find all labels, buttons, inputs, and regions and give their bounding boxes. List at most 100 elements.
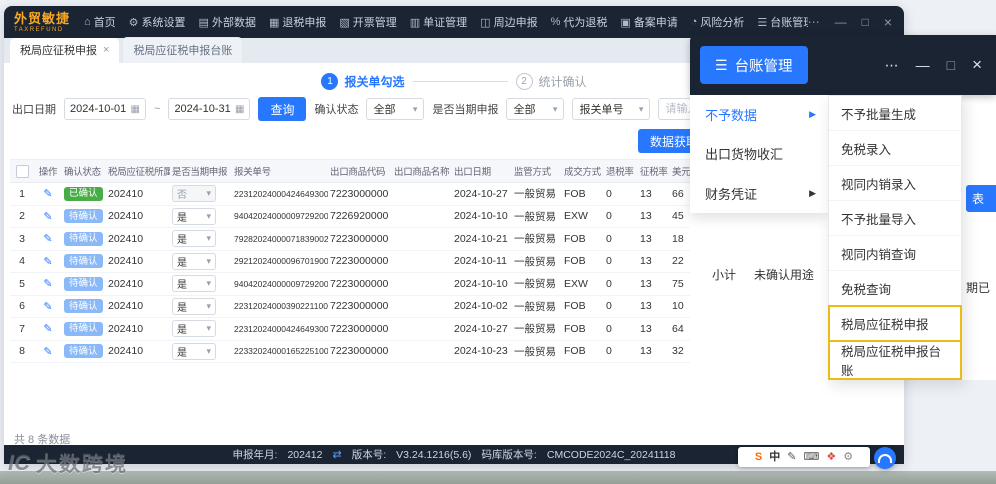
date-to-value: 2024-10-31 (174, 103, 231, 115)
report-month-value: 202412 (287, 448, 323, 461)
more-menu-icon[interactable]: ⋯ (808, 15, 820, 29)
ime-icon[interactable]: 中 (769, 451, 780, 463)
tab-tax-declare-ledger[interactable]: 税局应征税申报台账 (122, 37, 244, 63)
row-period-cell: 202410 (108, 255, 144, 268)
edit-pencil-icon[interactable]: ✎ (43, 346, 52, 358)
submenu-item[interactable]: 税局应征税申报台账 (828, 340, 962, 380)
nav-item[interactable]: ▣ 备案申请 (620, 14, 677, 30)
nav-item[interactable]: ◫ 周边申报 (480, 14, 537, 30)
nav-item[interactable]: % 代为退税 (551, 14, 608, 30)
row-export-date: 2024-10-02 (454, 300, 508, 313)
edit-pencil-icon[interactable]: ✎ (43, 278, 52, 290)
current-period-row-select[interactable]: 是 ▾ (172, 320, 216, 338)
report-month-label: 申报年月: (232, 449, 278, 461)
current-period-select[interactable]: 全部 ▾ (506, 98, 565, 120)
current-period-row-select[interactable]: 是 ▾ (172, 252, 216, 270)
header-confirm-status: 确认状态 (64, 167, 101, 178)
more-menu-icon[interactable]: ⋯ (885, 57, 899, 74)
ime-icon[interactable]: ⌨ (803, 451, 819, 463)
ledger-menu-button[interactable]: ☰ 台账管理 (700, 46, 808, 84)
close-icon[interactable]: × (884, 14, 892, 30)
edit-pencil-icon[interactable]: ✎ (43, 211, 52, 223)
ime-icon[interactable]: ❖ (826, 451, 836, 463)
calendar-icon[interactable]: ▦ (131, 104, 140, 115)
row-decl-no: 223120240004246493002 (234, 323, 328, 334)
current-period-row-select[interactable]: 是 ▾ (172, 207, 216, 225)
submenu-item[interactable]: 视同内销录入 (829, 166, 961, 201)
table-row[interactable]: 6 ✎ 待确认 202410 是 ▾ 223120240003902211002 (10, 296, 726, 318)
ime-icon[interactable]: S (755, 451, 762, 463)
edit-pencil-icon[interactable]: ✎ (43, 256, 52, 268)
menu-item[interactable]: 出口货物收汇 (690, 134, 828, 173)
table-row[interactable]: 8 ✎ 待确认 202410 是 ▾ 223320240001652251001 (10, 341, 726, 363)
current-period-row-select[interactable]: 是 ▾ (172, 342, 216, 360)
menu-item-label: 出口货物收汇 (705, 147, 784, 163)
menu-item[interactable]: 不予数据 ▶ (690, 95, 828, 134)
table-row[interactable]: 5 ✎ 待确认 202410 是 ▾ 940420240000097292002 (10, 273, 726, 296)
nav-item[interactable]: ☰ 台账管理 (757, 14, 807, 30)
step-customs-select: 1 报关单勾选 (321, 73, 405, 90)
current-period-row-value: 是 (177, 235, 187, 247)
menu-item[interactable]: 财务凭证 ▶ (690, 174, 828, 213)
swap-icon[interactable]: ⇄ (332, 448, 341, 461)
select-all-checkbox[interactable] (15, 164, 29, 178)
ime-icon[interactable]: ✎ (787, 451, 796, 463)
current-period-row-select[interactable]: 是 ▾ (172, 297, 216, 315)
confirm-status-select[interactable]: 全部 ▾ (366, 98, 425, 120)
nav-item[interactable]: ◔ 风险分析 (691, 14, 745, 30)
edit-pencil-icon[interactable]: ✎ (43, 233, 52, 245)
row-trade-term: EXW (564, 277, 588, 290)
row-refund-rate: 0 (606, 187, 612, 200)
table-row[interactable]: 7 ✎ 待确认 202410 是 ▾ 223120240004246493002 (10, 318, 726, 341)
submenu-item[interactable]: 视同内销查询 (829, 236, 961, 271)
table-row[interactable]: 3 ✎ 待确认 202410 是 ▾ 79282024000071839002 (10, 228, 726, 251)
nav-item[interactable]: ▦ 退税申报 (269, 14, 326, 30)
row-trade-term: FOB (564, 232, 586, 245)
edit-pencil-icon[interactable]: ✎ (43, 323, 52, 335)
edit-pencil-icon[interactable]: ✎ (43, 301, 52, 313)
minimize-icon[interactable]: — (835, 15, 847, 29)
current-period-row-value: 否 (177, 190, 187, 202)
tab-tax-declare[interactable]: 税局应征税申报 × (10, 38, 120, 63)
date-from-input[interactable]: 2024-10-01 ▦ (64, 98, 146, 120)
nav-item[interactable]: ▧ 开票管理 (339, 14, 396, 30)
calendar-icon[interactable]: ▦ (235, 104, 244, 115)
current-period-row-value: 是 (177, 325, 187, 337)
version-label: 版本号: (351, 449, 387, 461)
nav-item[interactable]: ⌂ 首页 (84, 14, 116, 30)
submenu-item[interactable]: 免税查询 (829, 271, 961, 306)
header-commodity-code: 出口商品代码 (330, 167, 386, 178)
submenu-item[interactable]: 税局应征税申报 (828, 305, 962, 342)
current-period-row-select[interactable]: 是 ▾ (172, 230, 216, 248)
declaration-table: 操作 确认状态 税局应征税所属期 是否当期申报 报关单号 出口商品代码 出口商品… (10, 159, 726, 363)
maximize-icon[interactable]: □ (947, 57, 955, 73)
taskbar-strip (0, 471, 996, 484)
submenu-item[interactable]: 免税录入 (829, 131, 961, 166)
table-row[interactable]: 1 ✎ 已确认 202410 否 ▾ 223120240004246493001 (10, 183, 726, 206)
nav-item[interactable]: ▤ 外部数据 (199, 14, 256, 30)
nav-item[interactable]: ⚙ 系统设置 (129, 14, 186, 30)
table-row[interactable]: 2 ✎ 待确认 202410 是 ▾ 940420240000097292001 (10, 206, 726, 228)
minimize-icon[interactable]: — (916, 57, 930, 73)
assistant-button[interactable] (874, 447, 896, 469)
row-edit-cell: ✎ (34, 300, 62, 313)
nav-item[interactable]: ▥ 单证管理 (410, 14, 467, 30)
doc-type-select[interactable]: 报关单号 ▾ (572, 98, 651, 120)
header-commodity-name: 出口商品名称 (394, 167, 450, 178)
maximize-icon[interactable]: □ (862, 15, 869, 29)
date-to-input[interactable]: 2024-10-31 ▦ (168, 98, 251, 120)
table-row[interactable]: 4 ✎ 待确认 202410 是 ▾ 292120240000967019001 (10, 251, 726, 273)
close-icon[interactable]: × (972, 55, 982, 75)
ime-icon[interactable]: ⚙ (843, 451, 853, 463)
nav-item-label: 外部数据 (211, 17, 256, 29)
submenu-item[interactable]: 不予批量导入 (829, 201, 961, 236)
submenu-item[interactable]: 不予批量生成 (829, 96, 961, 131)
current-period-row-select[interactable]: 否 ▾ (172, 185, 216, 203)
current-period-row-select[interactable]: 是 ▾ (172, 275, 216, 293)
query-button[interactable]: 查询 (258, 97, 307, 121)
row-status-cell: 待确认 (62, 344, 106, 359)
edit-pencil-icon[interactable]: ✎ (43, 188, 52, 200)
top-nav-bar: 外贸敏捷 TAXREFUND ⌂ 首页 ⚙ 系统设置 ▤ 外部数据 ▦ 退税申报… (4, 6, 904, 38)
tab-close-icon[interactable]: × (103, 44, 109, 56)
main-nav: ⌂ 首页 ⚙ 系统设置 ▤ 外部数据 ▦ 退税申报 ▧ 开票管理 ▥ 单证管理 … (84, 14, 808, 30)
